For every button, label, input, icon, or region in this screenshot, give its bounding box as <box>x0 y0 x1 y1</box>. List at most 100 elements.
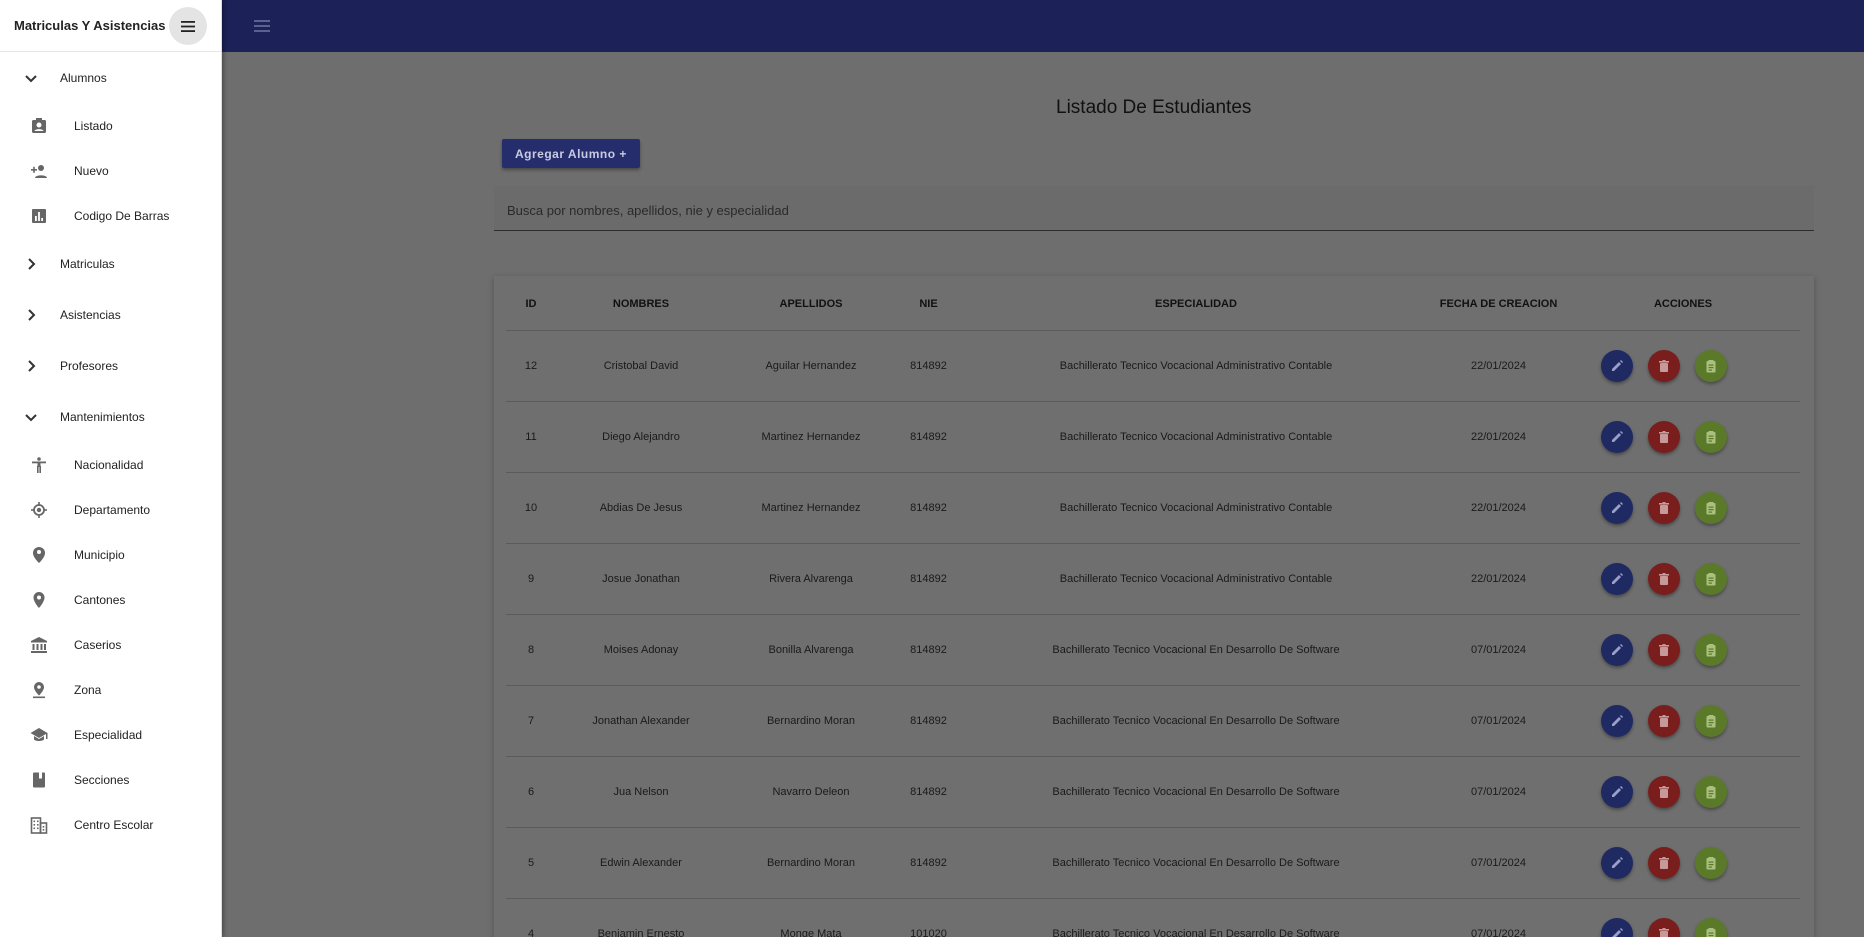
nav-item-zona[interactable]: Zona <box>0 667 221 712</box>
cell-acciones <box>1566 543 1800 615</box>
cell-nie: 814892 <box>896 685 961 757</box>
delete-button[interactable] <box>1648 633 1680 666</box>
add-student-button[interactable]: Agregar Alumno + <box>502 139 640 168</box>
nav-item-nuevo[interactable]: Nuevo <box>0 148 221 193</box>
cell-especialidad: Bachillerato Tecnico Vocacional Administ… <box>961 472 1431 544</box>
report-button[interactable] <box>1695 917 1727 937</box>
trash-icon <box>1659 714 1669 727</box>
cell-nombres: Abdias De Jesus <box>556 472 726 544</box>
nav-label: Asistencias <box>60 307 121 322</box>
cell-acciones <box>1566 330 1800 402</box>
column-header-id: ID <box>506 278 556 331</box>
cell-nie: 814892 <box>896 543 961 615</box>
pencil-icon <box>1612 927 1623 937</box>
page-title: Listado De Estudiantes <box>1056 97 1252 118</box>
cell-id: 10 <box>506 472 556 544</box>
nav-item-codigo-de-barras[interactable]: Codigo De Barras <box>0 193 221 238</box>
delete-button[interactable] <box>1648 917 1680 937</box>
chevron-right-icon <box>22 306 40 324</box>
trash-icon <box>1659 501 1669 514</box>
cell-especialidad: Bachillerato Tecnico Vocacional En Desar… <box>961 614 1431 686</box>
column-header-apellidos: APELLIDOS <box>726 278 896 331</box>
delete-button[interactable] <box>1648 846 1680 879</box>
report-button[interactable] <box>1695 349 1727 382</box>
report-button[interactable] <box>1695 633 1727 666</box>
edit-button[interactable] <box>1601 420 1633 453</box>
cell-nombres: Cristobal David <box>556 330 726 402</box>
edit-button[interactable] <box>1601 846 1633 879</box>
report-button[interactable] <box>1695 491 1727 524</box>
delete-button[interactable] <box>1648 775 1680 808</box>
column-header-especialidad: ESPECIALIDAD <box>961 278 1431 331</box>
table-body: 12 Cristobal David Aguilar Hernandez 814892… <box>506 330 1800 937</box>
delete-button[interactable] <box>1648 420 1680 453</box>
table-header-row: ID NOMBRES APELLIDOS NIE ESPECIALIDAD FECHA D… <box>506 278 1800 331</box>
report-button[interactable] <box>1695 562 1727 595</box>
nav-label: Especialidad <box>74 727 143 742</box>
nav-item-municipio[interactable]: Municipio <box>0 532 221 577</box>
nav-group-mantenimientos[interactable]: Mantenimientos <box>0 391 221 442</box>
table-row: 8 Moises Adonay Bonilla Alvarenga 814892 Bac… <box>506 614 1800 686</box>
delete-button[interactable] <box>1648 349 1680 382</box>
report-button[interactable] <box>1695 704 1727 737</box>
edit-button[interactable] <box>1601 633 1633 666</box>
nav-item-departamento[interactable]: Departamento <box>0 487 221 532</box>
drawer-header: Matriculas Y Asistencias <box>0 0 221 52</box>
cell-especialidad: Bachillerato Tecnico Vocacional En Desar… <box>961 898 1431 937</box>
nav-label: Departamento <box>74 502 151 517</box>
report-button[interactable] <box>1695 420 1727 453</box>
nav-group-asistencias[interactable]: Asistencias <box>0 289 221 340</box>
book-icon <box>30 771 48 789</box>
edit-button[interactable] <box>1601 775 1633 808</box>
column-header-nie: NIE <box>896 278 961 331</box>
edit-button[interactable] <box>1601 562 1633 595</box>
nav-item-centro-escolar[interactable]: Centro Escolar <box>0 802 221 847</box>
cell-apellidos: Bernardino Moran <box>726 827 896 899</box>
cell-id: 5 <box>506 827 556 899</box>
trash-icon <box>1659 785 1669 798</box>
nav-group-profesores[interactable]: Profesores <box>0 340 221 391</box>
report-button[interactable] <box>1695 846 1727 879</box>
building-icon <box>30 816 48 834</box>
cell-nie: 101020 <box>896 898 961 937</box>
delete-button[interactable] <box>1648 704 1680 737</box>
edit-button[interactable] <box>1601 917 1633 937</box>
nav-group-matriculas[interactable]: Matriculas <box>0 238 221 289</box>
cell-nombres: Jonathan Alexander <box>556 685 726 757</box>
nav-item-nacionalidad[interactable]: Nacionalidad <box>0 442 221 487</box>
nav-item-caserios[interactable]: Caserios <box>0 622 221 667</box>
cell-acciones <box>1566 756 1800 828</box>
app-title: Matriculas Y Asistencias <box>14 18 166 33</box>
cell-id: 7 <box>506 685 556 757</box>
cell-id: 8 <box>506 614 556 686</box>
nav-item-listado[interactable]: Listado <box>0 103 221 148</box>
nav-label: Alumnos <box>60 70 107 85</box>
search-input[interactable] <box>494 186 1814 230</box>
location-pin-icon <box>30 591 48 609</box>
nav-item-cantones[interactable]: Cantones <box>0 577 221 622</box>
table-row: 10 Abdias De Jesus Martinez Hernandez 81489… <box>506 472 1800 544</box>
nav-label: Nuevo <box>74 163 109 178</box>
drawer-menu-button[interactable] <box>169 7 207 45</box>
report-button[interactable] <box>1695 775 1727 808</box>
contact-icon <box>30 117 48 135</box>
cell-id: 4 <box>506 898 556 937</box>
edit-button[interactable] <box>1601 349 1633 382</box>
edit-button[interactable] <box>1601 491 1633 524</box>
delete-button[interactable] <box>1648 562 1680 595</box>
cell-apellidos: Martinez Hernandez <box>726 472 896 544</box>
cell-especialidad: Bachillerato Tecnico Vocacional Administ… <box>961 543 1431 615</box>
cell-id: 6 <box>506 756 556 828</box>
menu-icon[interactable] <box>252 16 272 36</box>
trash-icon <box>1659 430 1669 443</box>
cell-acciones <box>1566 472 1800 544</box>
cell-acciones <box>1566 401 1800 473</box>
bank-icon <box>30 636 48 654</box>
delete-button[interactable] <box>1648 491 1680 524</box>
nav-item-especialidad[interactable]: Especialidad <box>0 712 221 757</box>
cell-apellidos: Rivera Alvarenga <box>726 543 896 615</box>
nav-group-alumnos[interactable]: Alumnos <box>0 52 221 103</box>
trash-icon <box>1659 856 1669 869</box>
nav-item-secciones[interactable]: Secciones <box>0 757 221 802</box>
edit-button[interactable] <box>1601 704 1633 737</box>
